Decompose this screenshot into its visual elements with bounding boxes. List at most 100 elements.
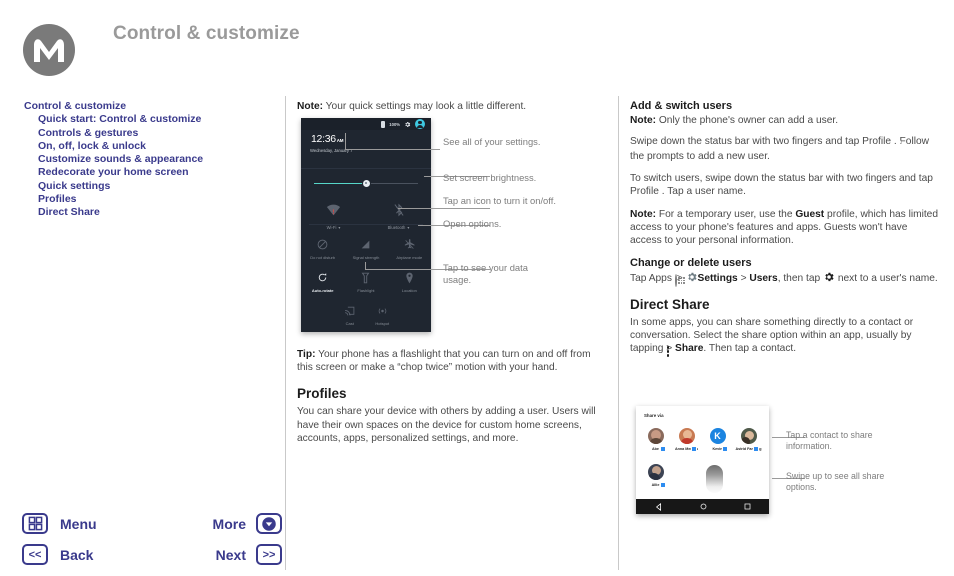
owner-note: Note: Only the phone's owner can add a u… [630,114,940,127]
note-text: Your quick settings may look a little di… [323,101,527,112]
profiles-paragraph: You can share your device with others by… [297,406,596,444]
phone-status-bar: 100% [301,118,431,130]
tiles-grid: Do not disturb Signal strength Airplane … [301,236,431,332]
callout-toggle-icon: Tap an icon to turn it on/off. [443,195,556,206]
signal-strength-icon [344,236,387,253]
right-column: Add & switch users Note: Only the phone'… [630,100,940,365]
more-label[interactable]: More [213,516,246,532]
share-contact[interactable]: Astrid Fanning [733,428,764,452]
tile-label: Location [401,288,417,293]
share-contact[interactable]: Allie [640,464,671,488]
next-label[interactable]: Next [216,547,246,563]
tile-label: Signal strength [352,255,380,260]
brightness-fill [314,182,366,184]
callout-leader [345,149,440,150]
share-contact[interactable]: Abe [640,428,671,452]
add-user-steps: Swipe down the status bar with two finge… [630,135,940,163]
recents-square-icon[interactable] [744,503,751,510]
app-badge-icon [691,446,697,452]
note-label: Note: [630,209,657,221]
avatar-initial: K [714,431,721,441]
gear-icon[interactable] [404,121,411,128]
more-down-icon[interactable] [256,513,282,534]
share-sheet-handle[interactable] [706,465,723,493]
tile-airplane-mode[interactable]: Airplane mode [388,236,431,260]
callout-leader [345,133,346,150]
sidebar-item-controls-gestures[interactable]: Controls & gestures [24,127,264,140]
callout-leader [398,208,490,209]
sidebar-item-profiles[interactable]: Profiles [24,193,264,206]
do-not-disturb-icon [301,236,344,253]
sidebar-item-on-off-lock-unlock[interactable]: On, off, lock & unlock [24,140,264,153]
tile-label: Auto-rotate [311,288,334,293]
contact-name: Abe [652,447,659,451]
guest-keyword: Guest [795,209,825,221]
tiles-divider [309,224,423,225]
app-badge-icon [753,446,759,452]
avatar [647,464,664,480]
tile-label: Cast [345,321,354,326]
callout-swipe-up: Swipe up to see all share options. [786,471,885,492]
tile-cast[interactable]: Cast [334,302,367,326]
profiles-heading: Profiles [297,386,347,402]
chevron-down-icon[interactable]: ▾ [338,225,340,230]
sidebar-item-quick-start[interactable]: Quick start: Control & customize [24,113,264,126]
share-contact[interactable]: K Kevin [702,428,733,452]
android-nav-bar [636,499,769,514]
tile-label: Flashlight [357,288,375,293]
change-users-steps: Tap Apps > Settings > Users, then tap ne… [630,271,940,287]
note-label: Note: [297,101,324,112]
home-circle-icon[interactable] [700,503,707,510]
menu-label[interactable]: Menu [60,516,97,532]
tile-location[interactable]: Location [388,269,431,293]
tile-do-not-disturb[interactable]: Do not disturb [301,236,344,260]
brightness-slider[interactable] [314,178,418,188]
share-keyword: Share [675,343,704,355]
tile-signal-strength[interactable]: Signal strength [344,236,387,260]
avatar [740,428,757,444]
chevron-down-icon[interactable]: ▾ [407,225,409,230]
back-triangle-icon[interactable] [655,502,663,511]
tile-auto-rotate[interactable]: Auto-rotate [301,269,344,293]
add-switch-users-heading: Add & switch users [630,100,733,112]
sidebar-item-quick-settings[interactable]: Quick settings [24,180,264,193]
callout-tap-contact: Tap a contact to share information. [786,430,873,451]
note-label: Note: [630,115,657,126]
change-delete-users-heading: Change or delete users [630,256,752,269]
switch-user-steps: To switch users, swipe down the status b… [630,172,940,200]
tile-row: Cast Hotspot [301,302,431,326]
direct-share-paragraph: In some apps, you can share something di… [630,316,940,358]
avatar [678,428,695,444]
tile-label: Hotspot [375,321,390,326]
callout-data-usage: Tap to see your data usage. [443,262,528,285]
tile-row: Do not disturb Signal strength Airplane … [301,236,431,260]
tile-wifi[interactable]: Wi-Fi ▾ [301,198,366,230]
share-via-title: Share via [644,413,664,418]
back-label[interactable]: Back [60,547,93,563]
brightness-knob[interactable] [362,178,371,188]
cast-icon [334,302,367,319]
sidebar-item-direct-share[interactable]: Direct Share [24,206,264,219]
share-contact[interactable]: Anna Medina [671,428,702,452]
sidebar-item-redecorate-home[interactable]: Redecorate your home screen [24,166,264,179]
menu-grid-icon[interactable] [22,513,48,534]
tile-label: Airplane mode [396,255,423,260]
flashlight-tip: Tip: Your phone has a flashlight that yo… [297,348,597,374]
tile-label: Do not disturb [310,255,336,260]
guest-note-a: For a temporary user, use the [656,209,796,221]
back-chevrons-icon[interactable]: << [22,544,48,565]
change-text-d: , then tap [777,272,823,284]
app-badge-icon [660,446,666,452]
tile-hotspot[interactable]: Hotspot [366,302,399,326]
users-keyword: Users [749,272,778,284]
direct-share-heading: Direct Share [630,296,710,312]
tile-flashlight[interactable]: Flashlight [344,269,387,293]
sidebar-item-control-customize[interactable]: Control & customize [24,100,264,113]
sidebar-item-customize-sounds[interactable]: Customize sounds & appearance [24,153,264,166]
tile-wifi-label: Wi-Fi ▾ [326,225,341,230]
next-chevrons-icon[interactable]: >> [256,544,282,565]
avatar: K [709,428,726,444]
profile-avatar-icon[interactable] [415,119,425,129]
share-contacts-row-1: Abe Anna Medina K Kevin Astrid Fanning [640,428,765,452]
auto-rotate-icon [301,269,344,286]
